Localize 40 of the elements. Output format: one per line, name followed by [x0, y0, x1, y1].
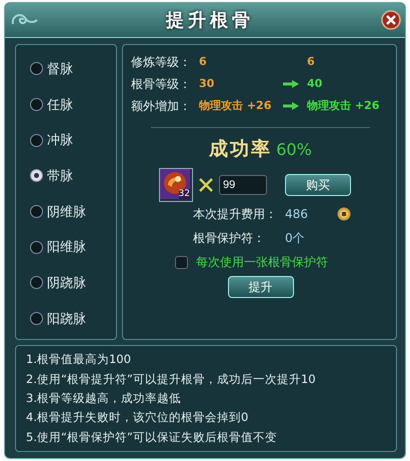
- arrow-icon: [283, 80, 299, 88]
- success-rate-label: 成功率: [209, 137, 272, 162]
- window-title: 提升根骨: [166, 9, 254, 32]
- meridian-radio[interactable]: 阴维脉: [30, 194, 116, 230]
- note-text: 4.根骨提升失败时，该穴位的根骨会掉到0: [26, 410, 250, 426]
- note-text: 3.根骨等级越高，成功率越低: [26, 390, 182, 406]
- note-text: 2.使用“根骨提升符”可以提升根骨，成功后一次提升10: [26, 372, 317, 387]
- protection-value: 0个: [285, 230, 306, 246]
- stat-label: 根骨等级：: [131, 76, 192, 92]
- orb-icon: [160, 169, 190, 199]
- stat-current-value: 30: [199, 76, 216, 92]
- upgrade-button[interactable]: 提升: [228, 276, 294, 298]
- stat-label: 修炼等级：: [131, 54, 192, 70]
- meridian-radio[interactable]: 任脉: [30, 86, 116, 122]
- quantity-field[interactable]: 99: [219, 175, 267, 195]
- meridian-radio[interactable]: 带脉: [30, 158, 116, 194]
- close-icon[interactable]: [381, 10, 401, 30]
- cost-label: 本次提升费用：: [193, 206, 278, 222]
- meridian-radio[interactable]: 阳跷脉: [30, 300, 116, 336]
- meridian-radio[interactable]: 督脉: [30, 51, 116, 87]
- note-text: 1.根骨值最高为100: [26, 352, 132, 368]
- arrow-icon: [283, 102, 299, 110]
- item-count: 32: [178, 189, 190, 199]
- multiply-icon: [199, 178, 213, 192]
- stat-next-value: 40: [306, 76, 324, 92]
- stat-current-value: 6: [199, 54, 208, 70]
- meridian-radio[interactable]: 阴跷脉: [30, 265, 116, 301]
- protection-checkbox[interactable]: 每次使用一张根骨保护符: [175, 254, 390, 271]
- meridian-radio[interactable]: 阳维脉: [30, 229, 116, 266]
- item-slot[interactable]: 32: [159, 168, 193, 202]
- coin-icon: [337, 207, 351, 221]
- stat-current-value: 物理攻击 +26: [199, 98, 272, 114]
- buy-button[interactable]: 购买: [285, 174, 351, 196]
- success-rate-value: 60%: [276, 140, 312, 159]
- cost-value: 486: [285, 207, 309, 221]
- protection-label: 根骨保护符：: [193, 230, 266, 246]
- note-text: 5.使用“根骨保护符”可以保证失败后根骨值不变: [26, 430, 278, 445]
- stat-label: 额外增加：: [131, 98, 192, 114]
- meridian-radio[interactable]: 冲脉: [30, 122, 116, 158]
- stat-next-value: 6: [306, 54, 316, 70]
